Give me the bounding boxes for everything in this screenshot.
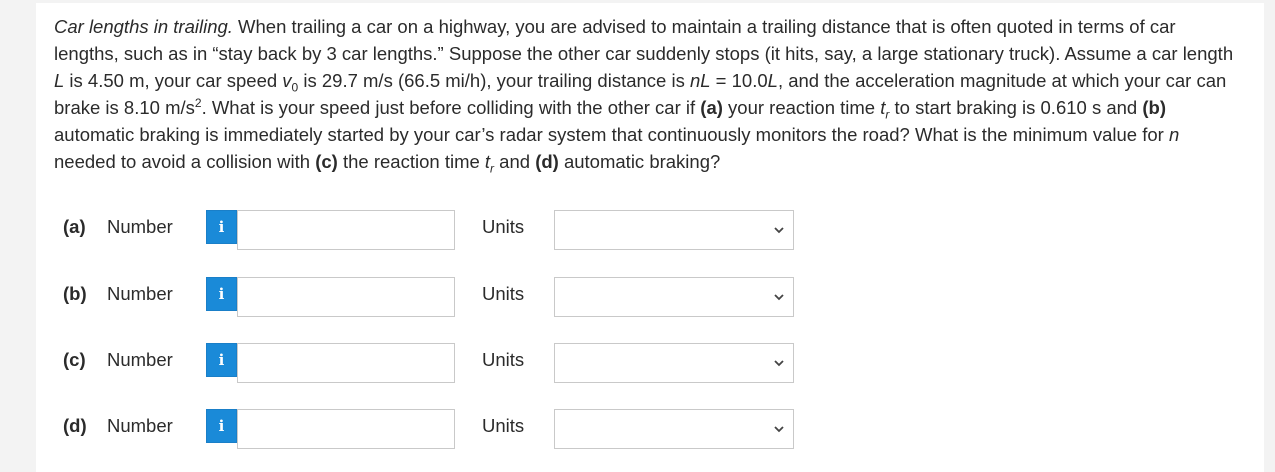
units-select-c[interactable]: [554, 343, 794, 383]
units-select-b[interactable]: [554, 277, 794, 317]
chevron-down-icon: [774, 227, 784, 234]
info-icon[interactable]: i: [206, 409, 237, 443]
problem-title: Car lengths in trailing.: [54, 16, 233, 37]
number-label: Number: [107, 283, 173, 304]
chevron-down-icon: [774, 294, 784, 301]
problem-statement: Car lengths in trailing. When trailing a…: [54, 16, 1234, 176]
answer-row-b: (b) Number i Units: [36, 273, 1264, 317]
number-input-a[interactable]: [237, 210, 455, 250]
part-label: (a): [63, 216, 86, 237]
units-label: Units: [482, 216, 525, 237]
chevron-down-icon: [774, 426, 784, 433]
number-label: Number: [107, 216, 173, 237]
units-label: Units: [482, 283, 525, 304]
part-label: (c): [63, 349, 86, 370]
info-icon[interactable]: i: [206, 277, 237, 311]
answer-row-d: (d) Number i Units: [36, 405, 1264, 449]
units-label: Units: [482, 415, 525, 436]
info-icon[interactable]: i: [206, 210, 237, 244]
units-select-a[interactable]: [554, 210, 794, 250]
part-label: (d): [63, 415, 87, 436]
number-input-c[interactable]: [237, 343, 455, 383]
answer-row-c: (c) Number i Units: [36, 339, 1264, 383]
number-input-d[interactable]: [237, 409, 455, 449]
info-icon[interactable]: i: [206, 343, 237, 377]
units-select-d[interactable]: [554, 409, 794, 449]
question-card: Car lengths in trailing. When trailing a…: [36, 3, 1264, 472]
part-label: (b): [63, 283, 87, 304]
number-label: Number: [107, 415, 173, 436]
number-label: Number: [107, 349, 173, 370]
units-label: Units: [482, 349, 525, 370]
chevron-down-icon: [774, 360, 784, 367]
answer-row-a: (a) Number i Units: [36, 206, 1264, 250]
number-input-b[interactable]: [237, 277, 455, 317]
